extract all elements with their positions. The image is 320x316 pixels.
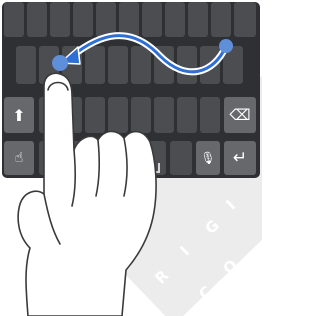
swipe-start-dot (219, 39, 233, 53)
swipe-end-dot (52, 55, 68, 71)
gesture-overlay (17, 32, 233, 316)
keyboard-gesture-illustration: O R I G I C O ⬆ ⌫ ☝ 🎙 ↵ (0, 0, 262, 316)
pointing-hand-icon (17, 72, 157, 316)
